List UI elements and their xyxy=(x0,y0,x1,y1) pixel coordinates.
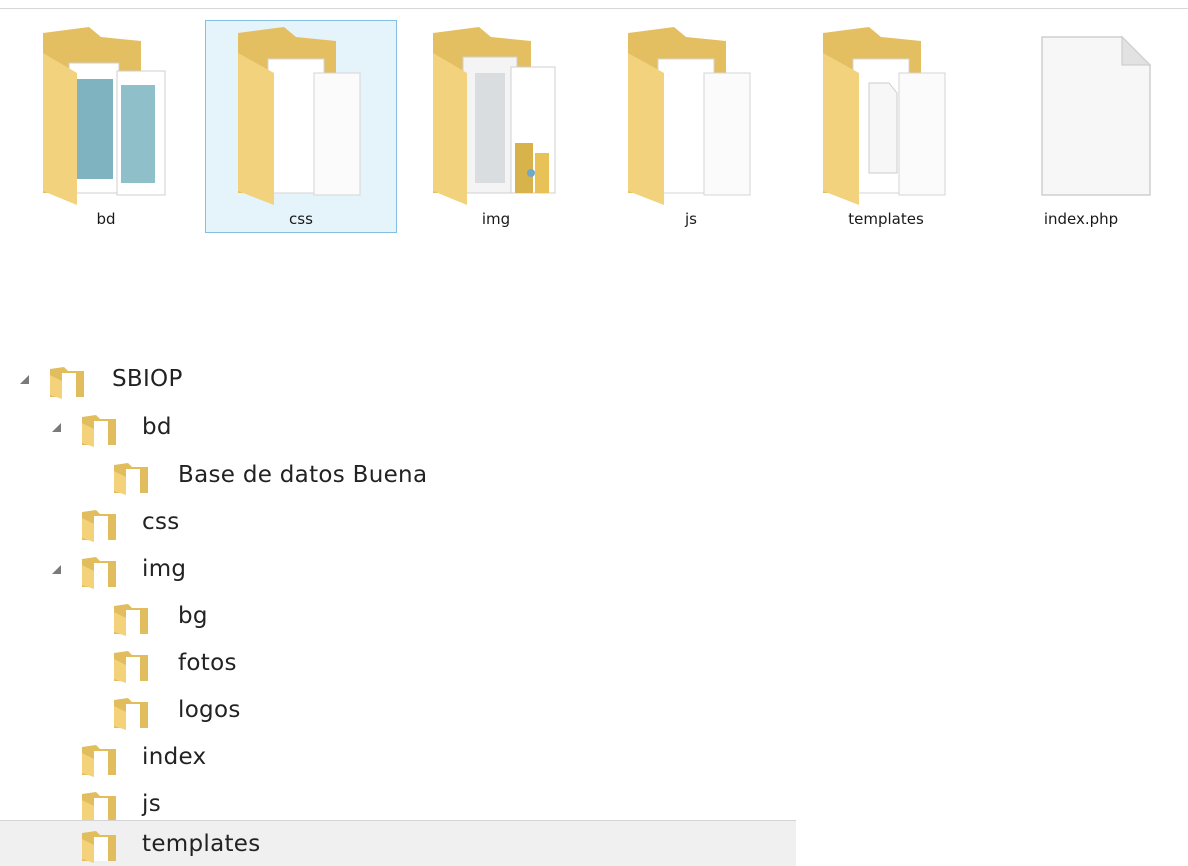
file-label: index.php xyxy=(1043,210,1119,228)
folder-icon xyxy=(114,463,148,495)
tree-node-logos[interactable]: logos xyxy=(0,689,796,735)
folder-icon xyxy=(50,367,84,399)
tree-node-base-de-datos-buena[interactable]: Base de datos Buena xyxy=(0,454,796,500)
folder-icon xyxy=(823,27,946,205)
folder-icon xyxy=(114,651,148,683)
tree-node-label: Base de datos Buena xyxy=(178,462,428,488)
folder-icon xyxy=(114,698,148,730)
tree-node-index[interactable]: index xyxy=(0,736,796,782)
folder-icon xyxy=(82,557,116,589)
tree-node-bd[interactable]: bd xyxy=(0,406,796,452)
tree-node-label: logos xyxy=(178,697,241,723)
tree-node-label: index xyxy=(142,744,207,770)
folder-item-templates[interactable]: templates xyxy=(790,20,982,233)
folder-icon xyxy=(238,27,361,205)
expand-arrow-icon[interactable] xyxy=(52,565,61,574)
folder-icon xyxy=(82,745,116,777)
tree-node-fotos[interactable]: fotos xyxy=(0,642,796,688)
folder-icon xyxy=(628,27,751,205)
tree-node-sbiop[interactable]: SBIOP xyxy=(0,358,796,404)
folder-item-bd[interactable]: bd xyxy=(10,20,202,233)
tree-node-label: fotos xyxy=(178,650,237,676)
tree-node-label: js xyxy=(142,791,161,817)
folder-icon xyxy=(82,510,116,542)
folder-label: js xyxy=(685,210,697,228)
folder-icon xyxy=(82,792,116,824)
tree-node-label: img xyxy=(142,556,187,582)
tree-node-templates[interactable]: templates xyxy=(0,820,796,866)
folder-icon xyxy=(43,27,166,205)
tree-node-bg[interactable]: bg xyxy=(0,595,796,641)
tree-node-label: SBIOP xyxy=(112,366,183,392)
expand-arrow-icon[interactable] xyxy=(52,423,61,432)
tree-node-css[interactable]: css xyxy=(0,501,796,547)
folder-icon xyxy=(433,27,556,205)
folder-label: bd xyxy=(96,210,116,228)
folder-item-js[interactable]: js xyxy=(595,20,787,233)
folder-icon xyxy=(82,831,116,863)
large-icons-view: bd css img js templates index.php xyxy=(0,0,1188,260)
file-item-index-php[interactable]: index.php xyxy=(985,20,1177,233)
folder-label: templates xyxy=(848,210,924,228)
folder-item-img[interactable]: img xyxy=(400,20,592,233)
tree-node-label: bd xyxy=(142,414,172,440)
blank-file-icon xyxy=(1041,35,1152,196)
folder-icon xyxy=(82,415,116,447)
tree-node-label: bg xyxy=(178,603,208,629)
folder-label: css xyxy=(289,210,313,228)
folder-item-css[interactable]: css xyxy=(205,20,397,233)
tree-node-label: css xyxy=(142,509,180,535)
tree-node-label: templates xyxy=(142,831,261,857)
folder-icon xyxy=(114,604,148,636)
tree-node-img[interactable]: img xyxy=(0,548,796,594)
expand-arrow-icon[interactable] xyxy=(20,375,29,384)
folder-label: img xyxy=(481,210,511,228)
